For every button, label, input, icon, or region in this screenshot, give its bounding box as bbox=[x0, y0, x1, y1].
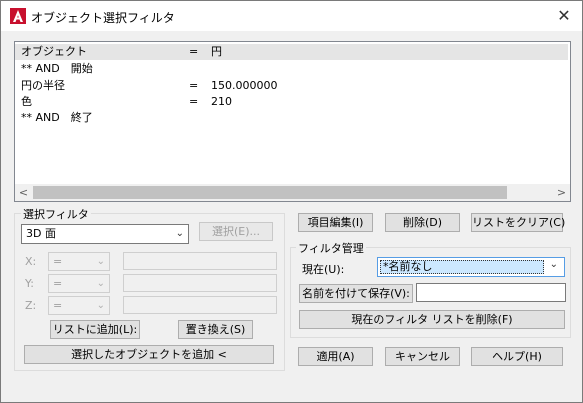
scroll-left-icon[interactable]: < bbox=[15, 184, 32, 201]
clear-list-button[interactable]: リストをクリア(C) bbox=[471, 213, 565, 232]
chevron-down-icon: ⌄ bbox=[175, 228, 184, 239]
filter-property: ** AND 終了 bbox=[21, 111, 93, 124]
scroll-right-icon[interactable]: > bbox=[553, 184, 570, 201]
filter-value: 円 bbox=[211, 45, 222, 58]
filter-property: オブジェクト bbox=[21, 45, 87, 58]
chevron-down-icon: ⌄ bbox=[96, 278, 105, 289]
select-button[interactable]: 選択(E)... bbox=[199, 222, 273, 241]
object-selection-filter-dialog: オブジェクト選択フィルタ ✕ オブジェクト = 円 ** AND 開始 円の半径… bbox=[0, 0, 583, 403]
z-value-input[interactable] bbox=[123, 296, 277, 314]
x-operator-value: = bbox=[53, 255, 63, 268]
current-filter-dropdown[interactable]: *名前なし ⌄ bbox=[377, 257, 565, 277]
list-item[interactable]: オブジェクト = 円 bbox=[15, 44, 568, 60]
x-operator-dropdown[interactable]: = ⌄ bbox=[48, 252, 110, 271]
filter-property: 円の半径 bbox=[21, 79, 65, 92]
filter-operator: = bbox=[189, 79, 199, 92]
filter-property: 色 bbox=[21, 95, 32, 108]
current-filter-value: *名前なし bbox=[380, 260, 544, 274]
replace-button[interactable]: 置き換え(S) bbox=[178, 320, 253, 339]
filter-operator: = bbox=[189, 95, 199, 108]
object-type-dropdown[interactable]: 3D 面 ⌄ bbox=[21, 224, 189, 244]
y-value-input[interactable] bbox=[123, 274, 277, 292]
delete-current-filter-list-button[interactable]: 現在のフィルタ リストを削除(F) bbox=[299, 310, 565, 329]
cancel-button[interactable]: キャンセル bbox=[385, 347, 460, 366]
select-filter-group-label: 選択フィルタ bbox=[21, 206, 91, 222]
save-as-button[interactable]: 名前を付けて保存(V): bbox=[299, 284, 413, 303]
filter-management-group-label: フィルタ管理 bbox=[296, 240, 366, 256]
chevron-down-icon: ⌄ bbox=[549, 259, 558, 270]
z-operator-dropdown[interactable]: = ⌄ bbox=[48, 296, 110, 315]
save-as-name-input[interactable] bbox=[416, 283, 566, 302]
filter-property: ** AND 開始 bbox=[21, 62, 93, 75]
autocad-logo-icon bbox=[10, 8, 26, 24]
chevron-down-icon: ⌄ bbox=[96, 256, 105, 267]
x-label: X: bbox=[25, 255, 37, 268]
filter-operator: = bbox=[189, 45, 199, 58]
delete-button[interactable]: 削除(D) bbox=[385, 213, 460, 232]
apply-button[interactable]: 適用(A) bbox=[298, 347, 373, 366]
title-bar: オブジェクト選択フィルタ ✕ bbox=[1, 1, 582, 31]
filter-value: 150.000000 bbox=[211, 79, 278, 92]
y-operator-value: = bbox=[53, 277, 63, 290]
horizontal-scrollbar[interactable]: < > bbox=[15, 184, 570, 201]
chevron-down-icon: ⌄ bbox=[96, 300, 105, 311]
add-selected-object-button[interactable]: 選択したオブジェクトを追加 < bbox=[24, 345, 274, 364]
filter-value: 210 bbox=[211, 95, 232, 108]
z-operator-value: = bbox=[53, 299, 63, 312]
y-operator-dropdown[interactable]: = ⌄ bbox=[48, 274, 110, 293]
close-icon: ✕ bbox=[557, 6, 571, 25]
filter-list[interactable]: オブジェクト = 円 ** AND 開始 円の半径 = 150.000000 色… bbox=[14, 41, 571, 202]
help-button[interactable]: ヘルプ(H) bbox=[471, 347, 563, 366]
x-value-input[interactable] bbox=[123, 252, 277, 270]
window-title: オブジェクト選択フィルタ bbox=[31, 11, 175, 25]
add-to-list-button[interactable]: リストに追加(L): bbox=[50, 320, 140, 339]
close-button[interactable]: ✕ bbox=[551, 5, 577, 27]
scrollbar-thumb[interactable] bbox=[33, 186, 507, 199]
z-label: Z: bbox=[25, 299, 37, 312]
y-label: Y: bbox=[25, 277, 34, 290]
edit-item-button[interactable]: 項目編集(I) bbox=[298, 213, 373, 232]
current-label: 現在(U): bbox=[302, 263, 345, 276]
object-type-value: 3D 面 bbox=[26, 227, 56, 240]
